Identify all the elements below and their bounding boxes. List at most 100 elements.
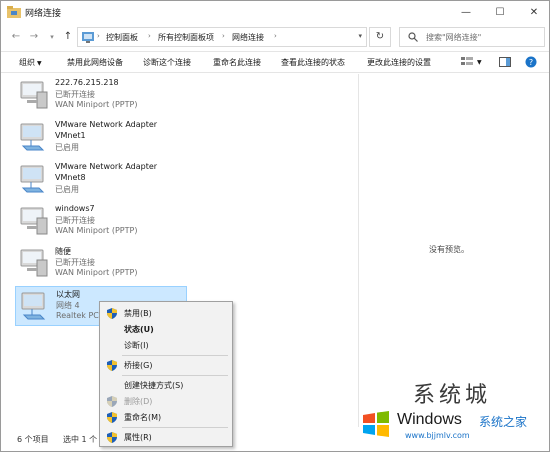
menu-item-label: 重命名(M) — [124, 413, 162, 422]
shield-icon — [107, 396, 117, 407]
diagnose-button[interactable]: 诊断这个连接 — [143, 57, 191, 68]
back-icon[interactable]: ← — [9, 29, 23, 45]
view-dropdown-icon[interactable]: ▼ — [477, 59, 482, 66]
watermark-title: 系统城 — [413, 383, 492, 408]
list-item[interactable]: VMware Network Adapter VMnet8 已启用 — [15, 160, 187, 200]
no-preview-text: 没有预览。 — [429, 245, 469, 254]
connection-device: 已启用 — [55, 143, 79, 152]
menu-item-label: 状态(U) — [124, 325, 154, 334]
connection-name: VMware Network Adapter — [55, 120, 158, 129]
windows-logo-icon — [363, 411, 389, 437]
connection-name: 随便 — [55, 247, 71, 256]
selected-count: 选中 1 个 — [63, 435, 98, 444]
view-status-button[interactable]: 查看此连接的状态 — [281, 57, 345, 68]
view-options-icon[interactable] — [461, 56, 473, 68]
explorer-window: 网络连接 — ☐ ✕ ← → ▾ ↑ › 控制面板 › 所有控制面板项 › 网络… — [0, 0, 550, 452]
connection-status: VMnet1 — [55, 131, 86, 140]
menu-item-diagnose[interactable]: 诊断(I) — [100, 338, 232, 353]
list-item[interactable]: VMware Network Adapter VMnet1 已启用 — [15, 118, 187, 158]
change-settings-button[interactable]: 更改此连接的设置 — [367, 57, 431, 68]
ethernet-adapter-icon — [21, 292, 46, 320]
help-icon[interactable]: ? — [525, 56, 537, 68]
connection-device: WAN Miniport (PPTP) — [55, 268, 138, 277]
connection-status: 网络 4 — [56, 301, 80, 310]
menu-item-label: 创建快捷方式(S) — [124, 381, 184, 390]
forward-icon[interactable]: → — [27, 29, 41, 45]
watermark: 系统城 Windows 系统之家 www.bjjmlv.com — [353, 373, 549, 451]
search-input[interactable]: 搜索"网络连接" — [399, 27, 545, 47]
connection-device: WAN Miniport (PPTP) — [55, 226, 138, 235]
chevron-down-icon: ▼ — [37, 60, 42, 67]
window-title: 网络连接 — [25, 9, 62, 19]
list-item[interactable]: 随便 已断开连接 WAN Miniport (PPTP) — [15, 244, 187, 284]
network-adapter-icon — [20, 123, 45, 151]
close-button[interactable]: ✕ — [517, 1, 549, 23]
menu-item-disable[interactable]: 禁用(B) — [100, 306, 232, 321]
item-count: 6 个项目 — [17, 435, 49, 444]
command-bar: 组织 ▼ 禁用此网络设备 诊断这个连接 重命名此连接 查看此连接的状态 更改此连接… — [1, 51, 549, 73]
context-menu: 禁用(B) 状态(U) 诊断(I) 桥接(G) 创建快捷方式(S) 删除(D) … — [99, 301, 233, 447]
connection-status: VMnet8 — [55, 173, 86, 182]
menu-item-label: 删除(D) — [124, 397, 153, 406]
wan-connection-icon — [20, 81, 48, 109]
minimize-button[interactable]: — — [449, 1, 483, 23]
crumb-all-items[interactable]: 所有控制面板项 — [158, 32, 214, 43]
menu-item-label: 属性(R) — [124, 433, 152, 442]
connection-status: 已断开连接 — [55, 90, 95, 99]
rename-button[interactable]: 重命名此连接 — [213, 57, 261, 68]
watermark-url: www.bjjmlv.com — [405, 431, 470, 440]
menu-item-bridge[interactable]: 桥接(G) — [100, 358, 232, 373]
list-item[interactable]: windows7 已断开连接 WAN Miniport (PPTP) — [15, 202, 187, 242]
shield-icon — [107, 432, 117, 443]
watermark-brand: Windows — [397, 411, 462, 428]
menu-item-create-shortcut[interactable]: 创建快捷方式(S) — [100, 378, 232, 393]
disable-device-button[interactable]: 禁用此网络设备 — [67, 57, 123, 68]
address-field[interactable]: › 控制面板 › 所有控制面板项 › 网络连接 › ▾ — [77, 27, 367, 47]
search-icon — [408, 32, 418, 42]
crumb-separator: › — [222, 32, 225, 40]
menu-separator — [122, 375, 228, 376]
crumb-separator: › — [148, 32, 151, 40]
recent-locations-icon[interactable]: ▾ — [45, 29, 59, 45]
shield-icon — [107, 308, 117, 319]
menu-item-status[interactable]: 状态(U) — [100, 322, 232, 337]
list-item[interactable]: 222.76.215.218 已断开连接 WAN Miniport (PPTP) — [15, 76, 187, 116]
maximize-button[interactable]: ☐ — [483, 1, 517, 23]
wan-connection-icon — [20, 207, 48, 235]
crumb-control-panel[interactable]: 控制面板 — [106, 32, 138, 43]
shield-icon — [107, 412, 117, 423]
connection-device: WAN Miniport (PPTP) — [55, 100, 138, 109]
address-dropdown-icon[interactable]: ▾ — [358, 32, 362, 40]
network-folder-icon — [7, 6, 21, 18]
menu-item-label: 桥接(G) — [124, 361, 153, 370]
connection-name: windows7 — [55, 204, 95, 213]
search-placeholder: 搜索"网络连接" — [426, 33, 482, 42]
control-panel-icon — [82, 32, 94, 43]
svg-text:?: ? — [529, 58, 533, 67]
crumb-separator: › — [274, 32, 277, 40]
menu-separator — [122, 427, 228, 428]
menu-item-label: 诊断(I) — [124, 341, 149, 350]
connection-device: Realtek PCI — [56, 311, 102, 320]
menu-separator — [122, 355, 228, 356]
connection-device: 已启用 — [55, 185, 79, 194]
wan-connection-icon — [20, 249, 48, 277]
connection-status: 已断开连接 — [55, 216, 95, 225]
address-bar: ← → ▾ ↑ › 控制面板 › 所有控制面板项 › 网络连接 › ▾ ↻ 搜索… — [1, 25, 549, 49]
menu-item-delete[interactable]: 删除(D) — [100, 394, 232, 409]
network-adapter-icon — [20, 165, 45, 193]
title-bar[interactable]: 网络连接 — ☐ ✕ — [1, 1, 549, 23]
menu-item-rename[interactable]: 重命名(M) — [100, 410, 232, 425]
shield-icon — [107, 360, 117, 371]
preview-pane-icon[interactable] — [499, 56, 511, 68]
connection-name: 以太网 — [56, 290, 80, 299]
connection-name: VMware Network Adapter — [55, 162, 158, 171]
crumb-network-connections[interactable]: 网络连接 — [232, 32, 264, 43]
refresh-icon[interactable]: ↻ — [369, 27, 391, 47]
organize-button[interactable]: 组织 ▼ — [19, 57, 42, 68]
watermark-brand-cn: 系统之家 — [479, 415, 528, 429]
menu-item-label: 禁用(B) — [124, 309, 152, 318]
up-icon[interactable]: ↑ — [61, 29, 75, 45]
menu-item-properties[interactable]: 属性(R) — [100, 430, 232, 445]
connection-name: 222.76.215.218 — [55, 78, 119, 87]
